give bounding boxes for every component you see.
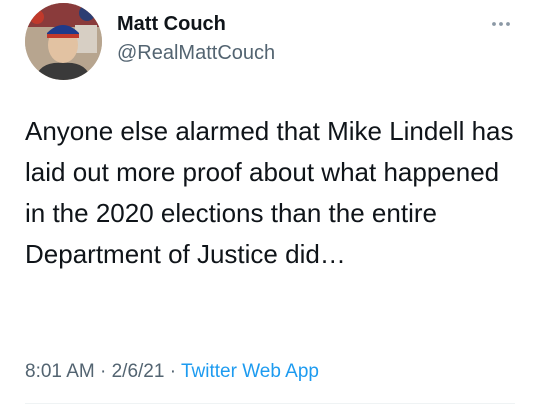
avatar[interactable] xyxy=(25,3,102,80)
tweet-source-link[interactable]: Twitter Web App xyxy=(181,361,319,382)
author-display-name[interactable]: Matt Couch xyxy=(117,13,226,36)
divider xyxy=(25,403,515,404)
tweet-metadata: 8:01 AM · 2/6/21 · Twitter Web App xyxy=(25,361,319,383)
tweet-card: Matt Couch @RealMattCouch Anyone else al… xyxy=(0,0,540,409)
tweet-time[interactable]: 8:01 AM xyxy=(25,361,95,382)
more-horizontal-icon xyxy=(492,22,510,26)
meta-separator: · xyxy=(164,361,181,382)
meta-separator: · xyxy=(94,361,112,382)
more-options-button[interactable] xyxy=(488,14,514,34)
avatar-photo xyxy=(25,3,102,80)
author-handle[interactable]: @RealMattCouch xyxy=(117,42,275,65)
tweet-date[interactable]: 2/6/21 xyxy=(112,361,165,382)
tweet-text: Anyone else alarmed that Mike Lindell ha… xyxy=(25,116,514,269)
